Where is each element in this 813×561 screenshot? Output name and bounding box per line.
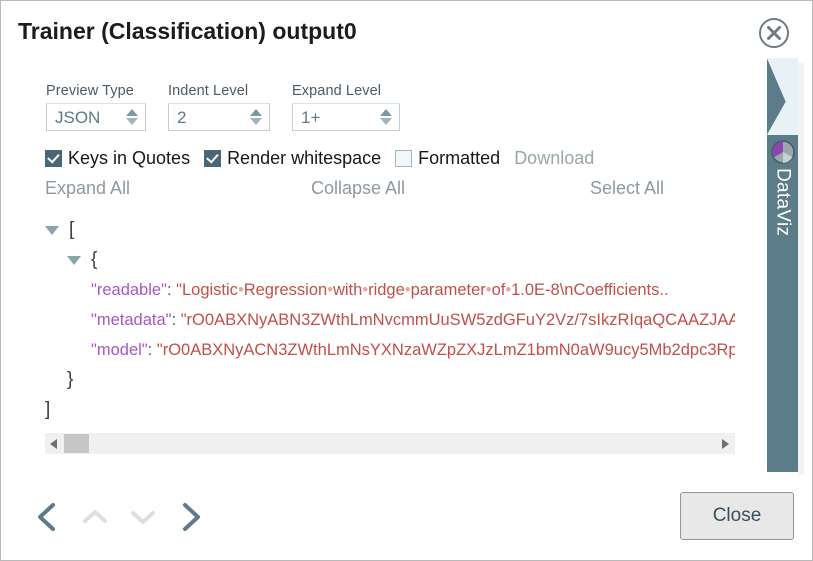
stepper-down-icon[interactable]: [126, 118, 138, 125]
side-tab-shadow: [798, 63, 804, 475]
json-line-metadata: "metadata": "rO0ABXNyABN3ZWthLmNvcmmUuSW…: [45, 305, 735, 335]
indent-level-label: Indent Level: [168, 83, 249, 99]
scroll-left-arrow-icon[interactable]: [50, 438, 57, 449]
collapse-triangle-icon[interactable]: [67, 256, 81, 266]
record-navigation: [23, 493, 215, 541]
json-preview-area[interactable]: [ { "readable": "Logistic•Regression•wit…: [45, 215, 735, 426]
preview-options: Preview Type JSON Indent Level 2 Expand …: [46, 83, 400, 131]
collapse-all-link[interactable]: Collapse All: [311, 178, 405, 199]
dialog-title: Trainer (Classification) output0: [18, 18, 357, 44]
pie-chart-icon: [771, 140, 795, 164]
stepper-up-icon[interactable]: [250, 109, 262, 116]
bracket-close: ]: [45, 399, 51, 420]
json-line-array-close: ]: [45, 395, 735, 425]
brace-open: {: [91, 249, 98, 270]
stepper-down-icon[interactable]: [250, 118, 262, 125]
stepper-up-icon[interactable]: [126, 109, 138, 116]
preview-type-select[interactable]: JSON: [46, 103, 146, 131]
checkbox-unchecked-icon[interactable]: [395, 150, 413, 167]
json-key: "model": [91, 341, 148, 359]
json-line-readable: "readable": "Logistic•Regression•with•ri…: [45, 275, 735, 305]
checkbox-formatted[interactable]: Formatted: [395, 148, 500, 169]
preview-dialog: Trainer (Classification) output0 Preview…: [0, 0, 813, 561]
expand-level-group: Expand Level 1+: [292, 83, 400, 131]
next-button[interactable]: [167, 493, 215, 541]
indent-level-stepper[interactable]: [250, 109, 262, 125]
horizontal-scrollbar[interactable]: [45, 433, 735, 454]
preview-type-stepper[interactable]: [126, 109, 138, 125]
json-line-array-open: [: [45, 215, 735, 245]
brace-close: }: [67, 369, 74, 390]
stepper-up-icon[interactable]: [380, 109, 392, 116]
down-button[interactable]: [119, 493, 167, 541]
up-button[interactable]: [71, 493, 119, 541]
collapse-triangle-icon[interactable]: [45, 226, 59, 236]
checkbox-checked-icon[interactable]: [204, 150, 222, 167]
indent-level-value: 2: [177, 107, 187, 127]
json-line-object-close: }: [45, 365, 735, 395]
checkbox-checked-icon[interactable]: [45, 150, 62, 167]
checkbox-keys-in-quotes[interactable]: Keys in Quotes: [45, 148, 190, 169]
json-colon: :: [147, 341, 153, 359]
action-link-row: Expand All Collapse All Select All: [45, 178, 695, 202]
checkbox-keys-in-quotes-label: Keys in Quotes: [68, 148, 191, 168]
scroll-right-arrow-icon[interactable]: [722, 438, 729, 449]
checkbox-formatted-label: Formatted: [418, 148, 501, 168]
json-line-object-open: {: [45, 245, 735, 275]
json-colon: :: [171, 311, 177, 329]
side-tab-corner-decoration-2: [767, 80, 798, 135]
preview-type-value: JSON: [55, 107, 101, 127]
preview-type-group: Preview Type JSON: [46, 83, 146, 131]
json-key: "readable": [91, 281, 167, 299]
json-value: "Logistic•Regression•with•ridge•paramete…: [176, 281, 669, 299]
download-link[interactable]: Download: [514, 148, 594, 169]
bracket-open: [: [69, 219, 75, 240]
json-value: "rO0ABXNyABN3ZWthLmNvcmmUuSW5zdGFuY2Vz/7…: [180, 311, 735, 329]
select-all-link[interactable]: Select All: [590, 178, 664, 199]
json-key: "metadata": [91, 311, 172, 329]
expand-level-stepper[interactable]: [380, 109, 392, 125]
dataviz-side-tab-label: DataViz: [772, 168, 794, 237]
scrollbar-thumb[interactable]: [64, 434, 89, 453]
checkbox-render-whitespace[interactable]: Render whitespace: [204, 148, 381, 169]
previous-button[interactable]: [23, 493, 71, 541]
expand-all-link[interactable]: Expand All: [45, 178, 130, 199]
close-icon[interactable]: [758, 17, 790, 49]
preview-type-label: Preview Type: [46, 83, 134, 99]
expand-level-label: Expand Level: [292, 83, 382, 99]
json-value: "rO0ABXNyACN3ZWthLmNsYXNzaWZpZXJzLmZ1bmN…: [156, 341, 735, 359]
expand-level-input[interactable]: 1+: [292, 103, 400, 131]
indent-level-input[interactable]: 2: [168, 103, 270, 131]
close-button[interactable]: Close: [680, 492, 794, 540]
indent-level-group: Indent Level 2: [168, 83, 270, 131]
stepper-down-icon[interactable]: [380, 118, 392, 125]
json-line-model: "model": "rO0ABXNyACN3ZWthLmNsYXNzaWZpZX…: [45, 335, 735, 365]
json-colon: :: [166, 281, 172, 299]
checkbox-render-whitespace-label: Render whitespace: [227, 148, 382, 168]
option-checkbox-row: Keys in Quotes Render whitespace Formatt…: [45, 148, 594, 169]
expand-level-value: 1+: [301, 107, 321, 127]
dataviz-side-tab[interactable]: DataViz: [767, 58, 798, 472]
